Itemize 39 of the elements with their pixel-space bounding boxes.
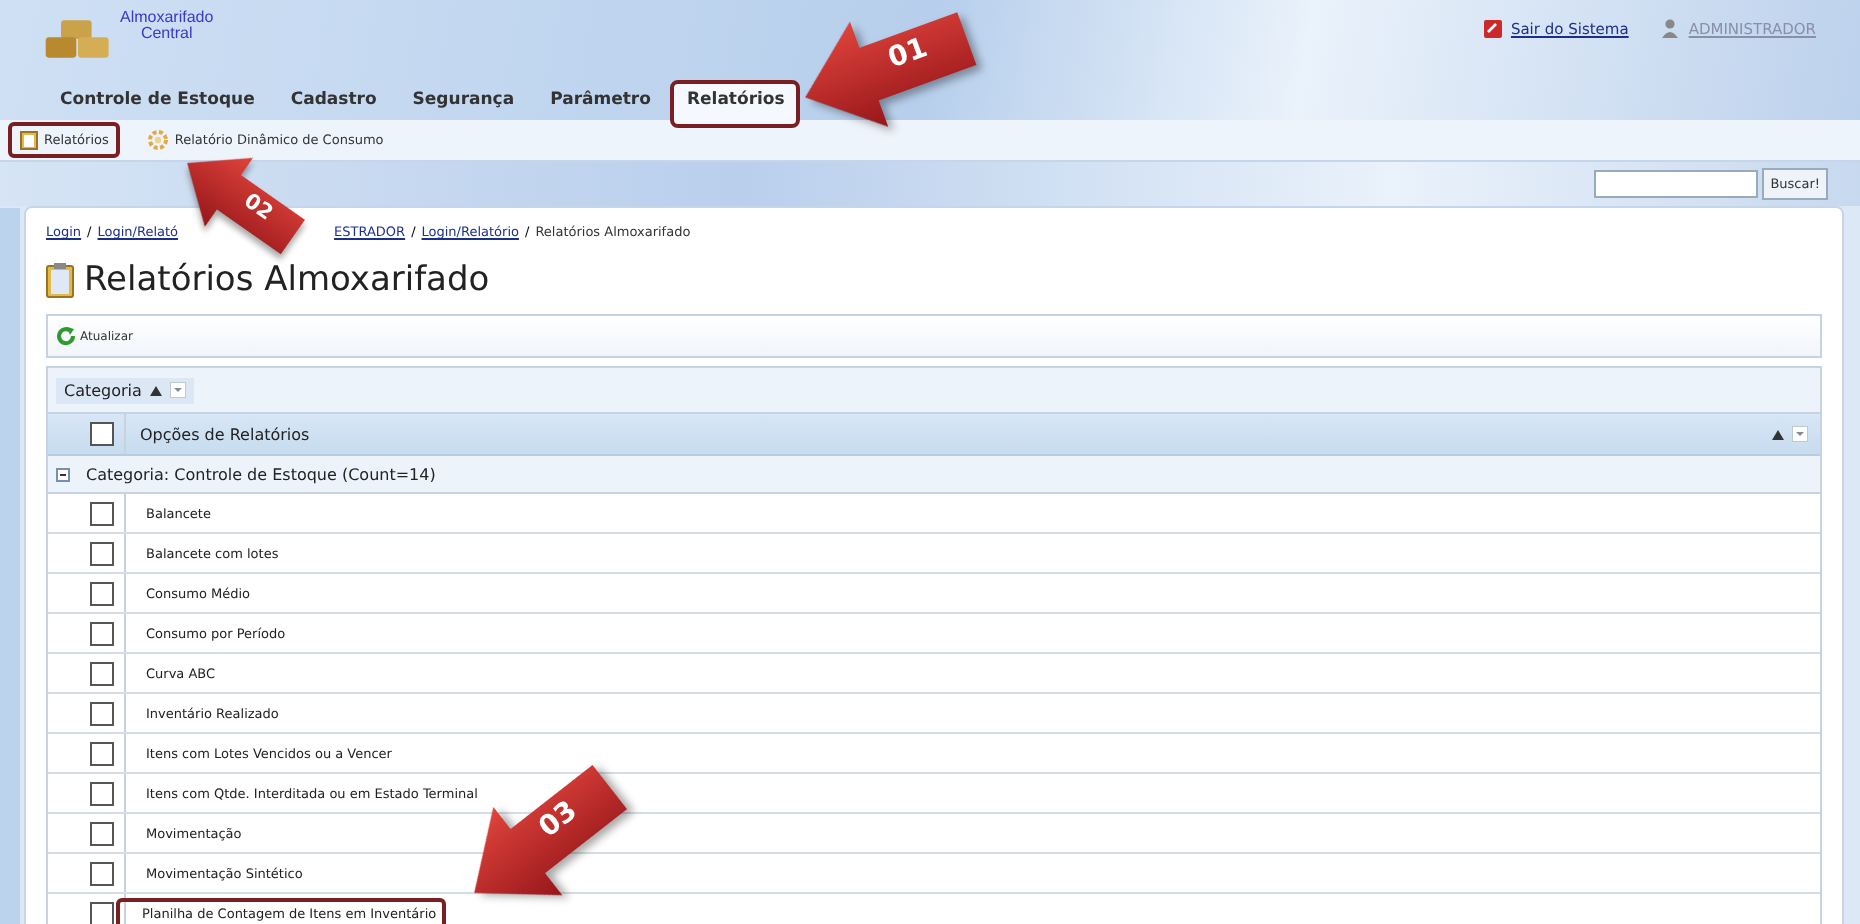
app-title: Almoxarifado bbox=[120, 10, 214, 26]
gear-icon bbox=[148, 130, 169, 150]
filter-icon bbox=[1792, 426, 1808, 442]
callout-number: 01 bbox=[884, 33, 931, 74]
group-chip[interactable]: Categoria bbox=[56, 377, 194, 403]
row-checkbox[interactable] bbox=[90, 541, 114, 565]
row-checkbox[interactable] bbox=[90, 861, 114, 885]
row-checkbox[interactable] bbox=[90, 701, 114, 725]
callout-number: 03 bbox=[534, 796, 583, 843]
row-checkbox[interactable] bbox=[90, 821, 114, 845]
clipboard-icon bbox=[20, 130, 38, 150]
filter-icon bbox=[169, 382, 186, 398]
column-header[interactable]: Opções de Relatórios bbox=[126, 425, 1772, 443]
nav-tab[interactable]: Relatórios bbox=[670, 80, 801, 128]
sort-icon bbox=[1772, 429, 1784, 439]
exit-icon bbox=[1484, 19, 1503, 37]
collapse-toggle[interactable] bbox=[56, 467, 70, 481]
group-row-label: Categoria: Controle de Estoque (Count=14) bbox=[86, 465, 436, 483]
refresh-icon bbox=[56, 326, 76, 346]
nav-tab[interactable]: Controle de Estoque bbox=[44, 80, 271, 128]
callout-number: 02 bbox=[240, 190, 277, 225]
row-checkbox[interactable] bbox=[90, 781, 114, 805]
row-checkbox[interactable] bbox=[90, 901, 114, 924]
nav-tab[interactable]: Parâmetro bbox=[534, 80, 667, 128]
row-checkbox[interactable] bbox=[90, 581, 114, 605]
row-checkbox[interactable] bbox=[90, 661, 114, 685]
sort-icon bbox=[149, 385, 162, 395]
page-title: Relatórios Almoxarifado bbox=[84, 260, 490, 300]
nav-tab[interactable]: Segurança bbox=[396, 80, 531, 128]
search-field[interactable] bbox=[1594, 170, 1759, 198]
select-all-checkbox[interactable] bbox=[90, 422, 114, 446]
user-icon bbox=[1660, 18, 1681, 38]
row-checkbox[interactable] bbox=[90, 741, 114, 765]
row-checkbox[interactable] bbox=[90, 501, 114, 525]
boxes-icon bbox=[44, 18, 112, 60]
row-checkbox[interactable] bbox=[90, 621, 114, 645]
app-subtitle: Central bbox=[140, 26, 193, 42]
nav-tab[interactable]: Cadastro bbox=[274, 80, 393, 128]
clipboard-icon bbox=[46, 262, 74, 298]
